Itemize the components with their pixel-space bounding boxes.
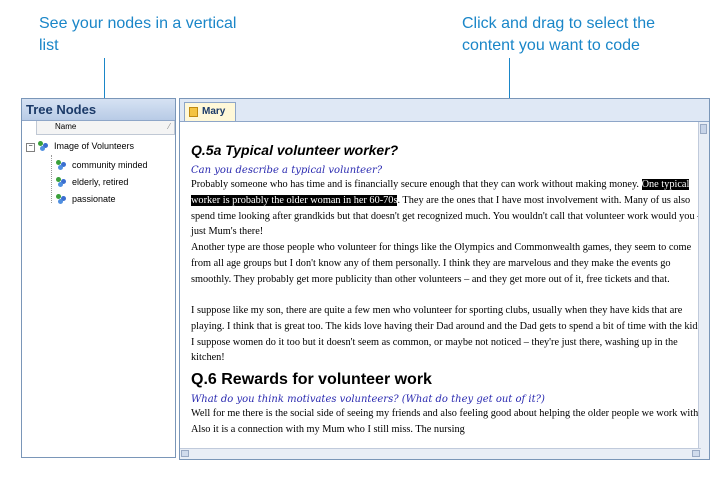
tab-mary[interactable]: Mary (184, 102, 236, 121)
document-panel: Mary Q.5a Typical volunteer worker? Can … (179, 98, 710, 460)
node-icon (56, 160, 66, 170)
tab-label: Mary (202, 106, 226, 117)
node-icon (56, 177, 66, 187)
callout-nodes-list: See your nodes in a vertical list (39, 15, 237, 54)
sort-indicator-icon: ⁄ (168, 122, 170, 131)
collapse-icon[interactable]: − (26, 143, 35, 152)
vertical-scrollbar[interactable] (698, 122, 709, 459)
paragraph-text: Probably someone who has time and is fin… (191, 179, 642, 190)
node-icon (38, 141, 48, 151)
tree-node-root[interactable]: Image of Volunteers (54, 138, 134, 154)
scroll-left-arrow-icon[interactable] (181, 450, 189, 457)
column-name-label: Name (55, 122, 77, 131)
tree-node-community-minded[interactable]: community minded (72, 157, 148, 173)
tree-node-elderly-retired[interactable]: elderly, retired (72, 174, 128, 190)
tree-connector (51, 155, 52, 203)
tree-nodes-panel: Tree Nodes Name ⁄ − Image of Volunteers … (21, 98, 176, 458)
tree-panel-title: Tree Nodes (22, 99, 175, 121)
heading-q5a: Q.5a Typical volunteer worker? (191, 142, 399, 158)
tree-column-header-name[interactable]: Name ⁄ (36, 121, 175, 135)
question-q6: What do you think motivates volunteers? … (191, 394, 545, 405)
document-icon (189, 107, 198, 117)
answer-paragraph-4[interactable]: Well for me there is the social side of … (191, 406, 701, 438)
heading-q6: Q.6 Rewards for volunteer work (191, 371, 432, 388)
question-q5a: Can you describe a typical volunteer? (191, 165, 383, 176)
answer-paragraph-3[interactable]: I suppose like my son, there are quite a… (191, 303, 701, 366)
answer-paragraph-2[interactable]: Another type are those people who volunt… (191, 240, 701, 287)
tree-node-passionate[interactable]: passionate (72, 191, 116, 207)
node-icon (56, 194, 66, 204)
scroll-up-arrow-icon[interactable] (700, 124, 707, 134)
horizontal-scrollbar[interactable] (180, 448, 701, 459)
scroll-right-arrow-icon[interactable] (692, 450, 700, 457)
callout-select-content: Click and drag to select the content you… (462, 15, 655, 54)
document-tab-bar: Mary (180, 99, 709, 122)
document-text-area[interactable]: Q.5a Typical volunteer worker? Can you d… (180, 122, 701, 459)
answer-paragraph-1[interactable]: Probably someone who has time and is fin… (191, 177, 701, 240)
